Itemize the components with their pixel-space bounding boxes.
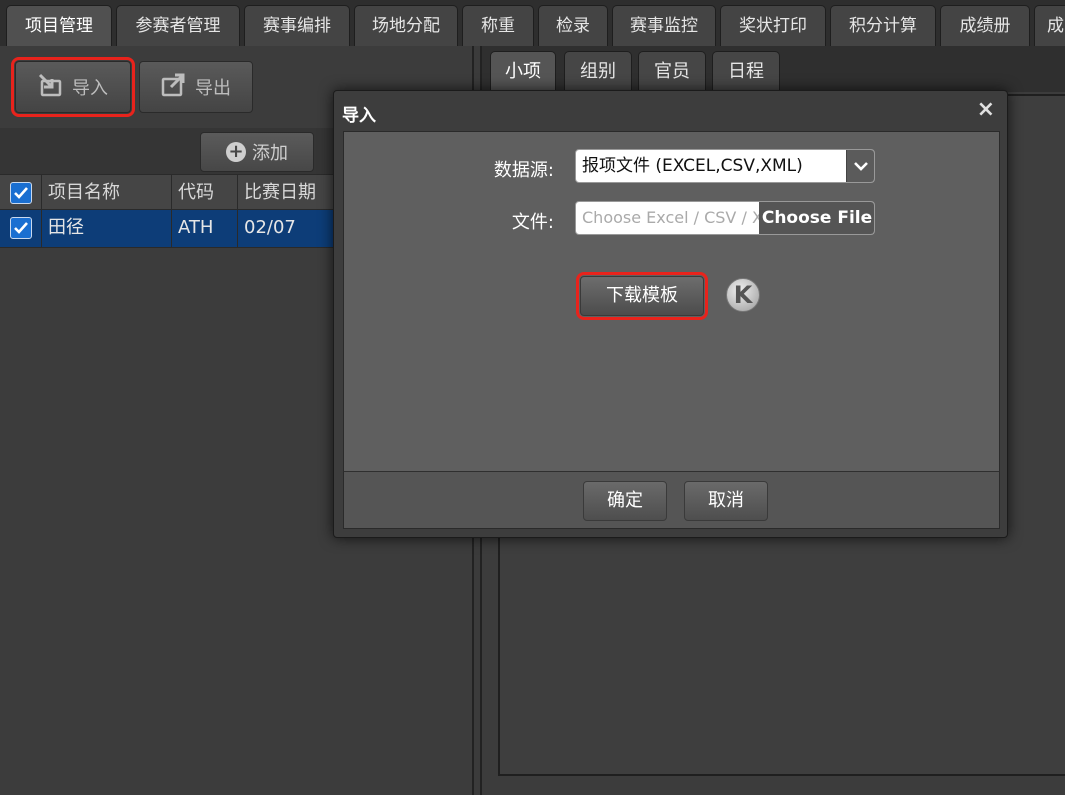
file-label: 文件: [511, 212, 554, 233]
dialog-body: 数据源: 报项文件 (EXCEL,CSV,XML) 文件: Choose Exc… [343, 131, 1000, 472]
row-select-cell [0, 210, 42, 247]
row-checkbox[interactable] [10, 217, 32, 239]
check-icon [14, 222, 28, 234]
row-code: ATH [172, 210, 238, 247]
app-window: 项目管理 参赛者管理 赛事编排 场地分配 称重 检录 赛事监控 奖状打印 积分计… [0, 0, 1065, 795]
data-source-label: 数据源: [493, 160, 554, 181]
check-icon [14, 187, 28, 199]
import-icon [38, 73, 64, 102]
column-header-code[interactable]: 代码 [172, 175, 238, 209]
sub-tab-bar: 小项 组别 官员 日程 [482, 46, 1065, 92]
download-template-button[interactable]: 下载模板 [576, 272, 708, 320]
k-logo-icon: K [726, 278, 760, 312]
tab-certificate-print[interactable]: 奖状打印 [720, 5, 826, 46]
tab-weigh-in[interactable]: 称重 [462, 5, 534, 46]
data-source-select[interactable]: 报项文件 (EXCEL,CSV,XML) [575, 149, 875, 183]
cancel-button[interactable]: 取消 [684, 481, 768, 521]
tab-points-calculation[interactable]: 积分计算 [830, 5, 936, 46]
tab-check-in[interactable]: 检录 [538, 5, 608, 46]
tab-event-scheduling[interactable]: 赛事编排 [244, 5, 350, 46]
chevron-down-icon[interactable] [846, 150, 874, 182]
dialog-title: 导入 [342, 106, 376, 126]
tab-participant-management[interactable]: 参赛者管理 [116, 5, 240, 46]
import-label: 导入 [72, 78, 108, 99]
tab-officials[interactable]: 官员 [638, 51, 706, 91]
tab-overflow[interactable]: 成 [1034, 5, 1065, 46]
choose-file-button[interactable]: Choose File [759, 202, 874, 234]
import-dialog: 导入 × 数据源: 报项文件 (EXCEL,CSV,XML) 文件: Choos… [333, 90, 1008, 538]
export-icon [161, 73, 187, 102]
data-source-value: 报项文件 (EXCEL,CSV,XML) [582, 156, 803, 176]
top-tab-bar: 项目管理 参赛者管理 赛事编排 场地分配 称重 检录 赛事监控 奖状打印 积分计… [0, 0, 1065, 46]
ok-button[interactable]: 确定 [583, 481, 667, 521]
file-input[interactable]: Choose Excel / CSV / XML Choose File [575, 201, 875, 235]
select-all-cell [0, 175, 42, 209]
tab-event-monitoring[interactable]: 赛事监控 [612, 5, 716, 46]
tab-project-management[interactable]: 项目管理 [6, 5, 112, 46]
add-button[interactable]: + 添加 [200, 132, 314, 172]
import-button[interactable]: 导入 [11, 57, 135, 117]
tab-schedule[interactable]: 日程 [712, 51, 780, 91]
select-all-checkbox[interactable] [10, 182, 32, 204]
add-label: 添加 [252, 143, 288, 164]
tab-sub-events[interactable]: 小项 [490, 51, 556, 91]
dialog-footer: 确定 取消 [343, 471, 1000, 529]
close-icon[interactable]: × [977, 97, 995, 122]
plus-icon: + [226, 142, 246, 162]
file-placeholder: Choose Excel / CSV / XML [582, 208, 760, 227]
export-button[interactable]: 导出 [139, 61, 253, 113]
column-header-name[interactable]: 项目名称 [42, 175, 172, 209]
tab-venue-assignment[interactable]: 场地分配 [354, 5, 458, 46]
tab-groups[interactable]: 组别 [564, 51, 632, 91]
row-name: 田径 [42, 210, 172, 247]
export-label: 导出 [195, 78, 231, 99]
tab-results-book[interactable]: 成绩册 [940, 5, 1030, 46]
